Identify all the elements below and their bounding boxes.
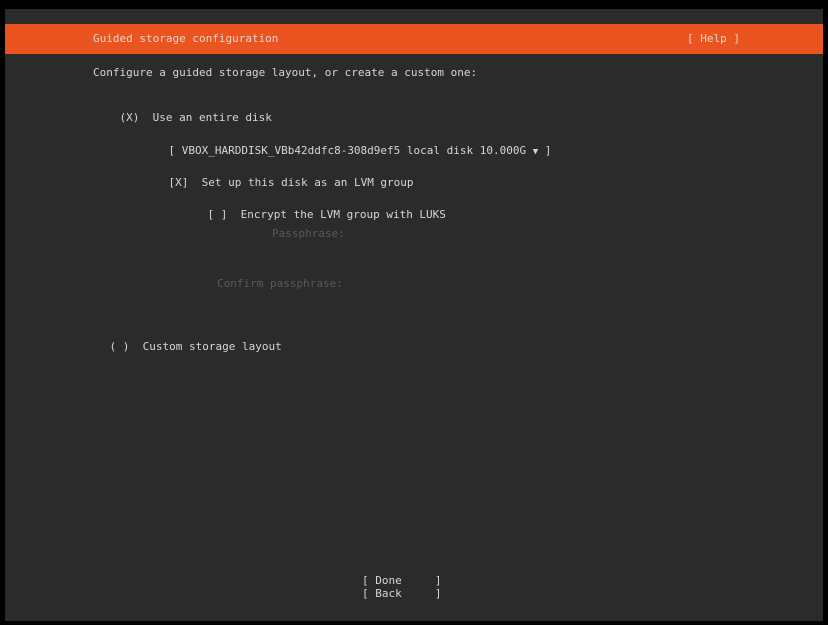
header-bar: Guided storage configuration [ Help ] [5, 24, 823, 54]
passphrase-field[interactable] [385, 227, 685, 241]
lvm-label: Set up this disk as an LVM group [201, 176, 414, 189]
chevron-down-icon[interactable]: ▼ [533, 147, 538, 157]
intro-text: Configure a guided storage layout, or cr… [93, 66, 478, 79]
encrypt-checkbox[interactable]: [ ] [208, 208, 228, 221]
custom-layout-option[interactable]: ( ) Custom storage layout [83, 327, 282, 366]
disk-select-value: VBOX_HARDDISK_VBb42ddfc8-308d9ef5 local … [181, 144, 527, 157]
back-button[interactable]: [ Back ] [362, 587, 441, 600]
done-button[interactable]: [ Done ] [362, 574, 441, 587]
lvm-checkbox[interactable]: [X] [169, 176, 189, 189]
page-title: Guided storage configuration [93, 32, 279, 45]
help-button[interactable]: [ Help ] [687, 32, 740, 45]
encrypt-label: Encrypt the LVM group with LUKS [240, 208, 446, 221]
disk-select-close-bracket: ] [544, 144, 552, 157]
confirm-passphrase-field[interactable] [385, 277, 685, 291]
entire-disk-label: Use an entire disk [152, 111, 272, 124]
disk-select-open-bracket: [ [168, 144, 176, 157]
custom-layout-label: Custom storage layout [142, 340, 282, 353]
custom-layout-radio[interactable]: ( ) [110, 340, 130, 353]
passphrase-label: Passphrase: [272, 227, 345, 240]
confirm-passphrase-label: Confirm passphrase: [217, 277, 343, 290]
entire-disk-radio[interactable]: (X) [120, 111, 140, 124]
installer-screen: Guided storage configuration [ Help ] Co… [5, 9, 823, 621]
